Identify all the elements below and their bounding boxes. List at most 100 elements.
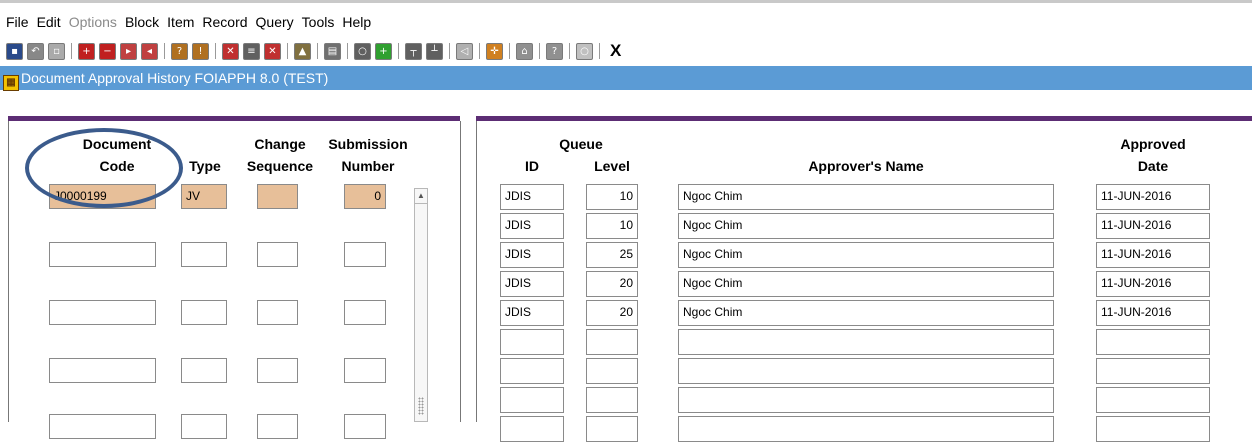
bookmark-icon[interactable]: ⌂ bbox=[516, 42, 533, 60]
queue-level-field[interactable] bbox=[586, 387, 638, 413]
submission-number-field[interactable]: 0 bbox=[344, 184, 386, 209]
change-sequence-field-empty[interactable] bbox=[257, 358, 298, 383]
type-field-empty[interactable] bbox=[181, 300, 227, 325]
queue-level-field[interactable]: 20 bbox=[586, 271, 638, 297]
queue-id-field[interactable]: JDIS bbox=[500, 300, 564, 326]
queue-id-field[interactable] bbox=[500, 416, 564, 442]
approver-name-field[interactable]: Ngoc Chim bbox=[678, 300, 1054, 326]
header-queue: Queue bbox=[559, 136, 603, 152]
approved-date-field[interactable]: 11-JUN-2016 bbox=[1096, 271, 1210, 297]
header-submission: Submission bbox=[328, 136, 408, 152]
approver-name-field[interactable]: Ngoc Chim bbox=[678, 242, 1054, 268]
save-icon[interactable]: ▪ bbox=[6, 42, 23, 60]
menu-block[interactable]: Block bbox=[125, 14, 159, 34]
insert-record-icon[interactable]: + bbox=[78, 42, 95, 60]
menu-record[interactable]: Record bbox=[202, 14, 247, 34]
queue-level-field[interactable] bbox=[586, 358, 638, 384]
menu-file[interactable]: File bbox=[6, 14, 29, 34]
approved-date-field[interactable] bbox=[1096, 387, 1210, 413]
submission-number-field-empty[interactable] bbox=[344, 300, 386, 325]
change-sequence-field-empty[interactable] bbox=[257, 242, 298, 267]
toolbar-separator bbox=[287, 43, 288, 59]
approved-date-field[interactable]: 11-JUN-2016 bbox=[1096, 242, 1210, 268]
next-block-icon[interactable]: ▸ bbox=[120, 42, 137, 60]
cancel-query-icon[interactable]: ✕ bbox=[222, 42, 239, 60]
queue-level-field[interactable] bbox=[586, 329, 638, 355]
previous-block-icon[interactable]: ◂ bbox=[141, 42, 158, 60]
approver-name-field[interactable]: Ngoc Chim bbox=[678, 271, 1054, 297]
approved-date-field[interactable]: 11-JUN-2016 bbox=[1096, 300, 1210, 326]
queue-id-field[interactable] bbox=[500, 387, 564, 413]
lightbulb-icon[interactable]: ○ bbox=[576, 42, 593, 60]
target-icon[interactable]: ✛ bbox=[486, 42, 503, 60]
hierarchy-icon[interactable]: ┬ bbox=[405, 42, 422, 60]
queue-level-field[interactable]: 10 bbox=[586, 184, 638, 210]
document-code-field-empty[interactable] bbox=[49, 414, 156, 439]
type-field[interactable]: JV bbox=[181, 184, 227, 209]
remove-record-icon[interactable]: − bbox=[99, 42, 116, 60]
add-icon[interactable]: + bbox=[375, 42, 392, 60]
approver-name-field[interactable] bbox=[678, 387, 1054, 413]
vertical-scrollbar[interactable]: ▲ bbox=[414, 188, 428, 422]
queue-id-field[interactable]: JDIS bbox=[500, 271, 564, 297]
type-field-empty[interactable] bbox=[181, 242, 227, 267]
submission-number-field-empty[interactable] bbox=[344, 358, 386, 383]
document-code-field-empty[interactable] bbox=[49, 242, 156, 267]
attachment-icon[interactable]: ▲ bbox=[294, 42, 311, 60]
type-field-empty[interactable] bbox=[181, 358, 227, 383]
queue-id-field[interactable]: JDIS bbox=[500, 213, 564, 239]
menu-options[interactable]: Options bbox=[69, 14, 117, 34]
enter-query-icon[interactable]: ? bbox=[171, 42, 188, 60]
approver-name-field[interactable] bbox=[678, 416, 1054, 442]
submission-number-field-empty[interactable] bbox=[344, 414, 386, 439]
scroll-up-arrow-icon[interactable]: ▲ bbox=[415, 189, 427, 204]
queue-id-field[interactable] bbox=[500, 358, 564, 384]
delete-icon[interactable]: ✕ bbox=[264, 42, 281, 60]
approved-date-field[interactable] bbox=[1096, 358, 1210, 384]
approved-date-field[interactable] bbox=[1096, 329, 1210, 355]
queue-level-field[interactable]: 25 bbox=[586, 242, 638, 268]
document-code-field-empty[interactable] bbox=[49, 300, 156, 325]
print-page-icon[interactable]: ▫ bbox=[48, 42, 65, 60]
approved-date-field[interactable]: 11-JUN-2016 bbox=[1096, 213, 1210, 239]
speaker-icon[interactable]: ◁ bbox=[456, 42, 473, 60]
approver-name-field[interactable]: Ngoc Chim bbox=[678, 213, 1054, 239]
print-icon[interactable]: ▤ bbox=[324, 42, 341, 60]
hierarchy-down-icon[interactable]: ┴ bbox=[426, 42, 443, 60]
exit-button[interactable]: X bbox=[610, 41, 621, 61]
header-sequence: Sequence bbox=[246, 158, 314, 174]
toolbar-separator bbox=[347, 43, 348, 59]
header-number: Number bbox=[341, 158, 395, 174]
queue-id-field[interactable] bbox=[500, 329, 564, 355]
queue-level-field[interactable]: 10 bbox=[586, 213, 638, 239]
header-change: Change bbox=[254, 136, 306, 152]
execute-query-icon[interactable]: ! bbox=[192, 42, 209, 60]
submission-number-field-empty[interactable] bbox=[344, 242, 386, 267]
change-sequence-field-empty[interactable] bbox=[257, 414, 298, 439]
toolbar-separator bbox=[509, 43, 510, 59]
document-code-field-empty[interactable] bbox=[49, 358, 156, 383]
queue-id-field[interactable]: JDIS bbox=[500, 242, 564, 268]
queue-level-field[interactable] bbox=[586, 416, 638, 442]
rollback-icon[interactable]: ↶ bbox=[27, 42, 44, 60]
search-icon[interactable]: ○ bbox=[354, 42, 371, 60]
approved-date-field[interactable] bbox=[1096, 416, 1210, 442]
menu-query[interactable]: Query bbox=[256, 14, 294, 34]
queue-id-field[interactable]: JDIS bbox=[500, 184, 564, 210]
approver-name-field[interactable] bbox=[678, 358, 1054, 384]
help-icon[interactable]: ? bbox=[546, 42, 563, 60]
queue-level-field[interactable]: 20 bbox=[586, 300, 638, 326]
approved-date-field[interactable]: 11-JUN-2016 bbox=[1096, 184, 1210, 210]
menu-tools[interactable]: Tools bbox=[302, 14, 335, 34]
approver-name-field[interactable]: Ngoc Chim bbox=[678, 184, 1054, 210]
menu-edit[interactable]: Edit bbox=[37, 14, 61, 34]
menu-bar: File Edit Options Block Item Record Query Tools… bbox=[0, 14, 373, 34]
menu-help[interactable]: Help bbox=[342, 14, 371, 34]
database-icon[interactable]: ≡ bbox=[243, 42, 260, 60]
scroll-grip-icon bbox=[418, 397, 424, 415]
type-field-empty[interactable] bbox=[181, 414, 227, 439]
change-sequence-field-empty[interactable] bbox=[257, 300, 298, 325]
change-sequence-field[interactable] bbox=[257, 184, 298, 209]
menu-item[interactable]: Item bbox=[167, 14, 194, 34]
approver-name-field[interactable] bbox=[678, 329, 1054, 355]
